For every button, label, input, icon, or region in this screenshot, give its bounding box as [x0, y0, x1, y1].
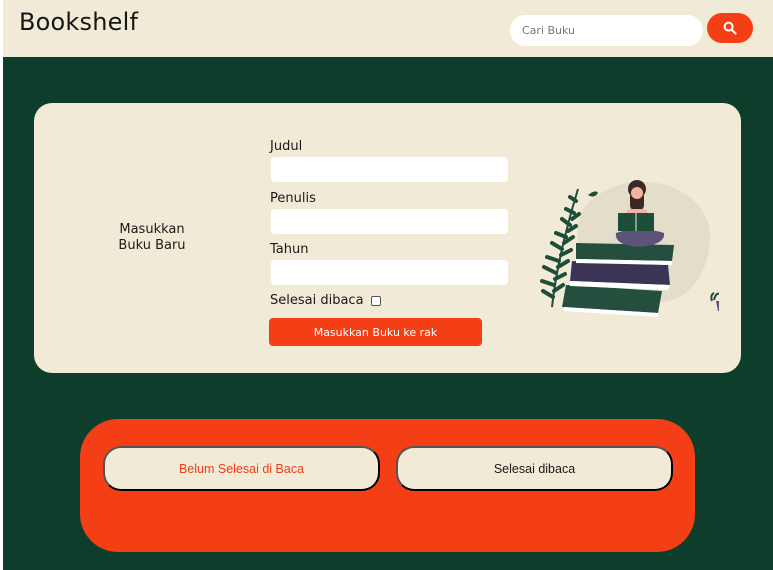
finished-checkbox[interactable] — [370, 295, 381, 306]
search-icon — [723, 21, 737, 35]
year-input[interactable] — [271, 260, 508, 285]
author-input[interactable] — [271, 209, 508, 234]
form-intro: Masukkan Buku Baru — [102, 222, 202, 254]
tab-finished-books[interactable]: Selesai dibaca — [396, 446, 673, 491]
year-label: Tahun — [270, 242, 309, 257]
reading-woman-on-books-illustration — [540, 180, 719, 317]
author-label: Penulis — [270, 191, 316, 206]
search-input[interactable] — [510, 15, 703, 46]
search-button[interactable] — [707, 13, 753, 43]
tab-unfinished-books[interactable]: Belum Selesai di Baca — [103, 446, 380, 491]
finished-row: Selesai dibaca — [270, 293, 381, 308]
add-book-form: Masukkan Buku Baru Judul Penulis Tahun S… — [34, 103, 741, 373]
header: Bookshelf — [3, 0, 773, 57]
app-frame: Bookshelf Masukkan Buku Baru Judul Penul… — [3, 0, 773, 570]
app-title: Bookshelf — [19, 8, 139, 36]
title-input[interactable] — [271, 157, 508, 182]
form-intro-line-2: Buku Baru — [118, 238, 186, 253]
submit-book-button[interactable]: Masukkan Buku ke rak — [269, 318, 482, 346]
form-intro-line-1: Masukkan — [119, 222, 185, 237]
title-label: Judul — [270, 139, 303, 154]
bookshelf-panel: Belum Selesai di Baca Selesai dibaca — [80, 419, 695, 552]
finished-label: Selesai dibaca — [270, 293, 364, 308]
